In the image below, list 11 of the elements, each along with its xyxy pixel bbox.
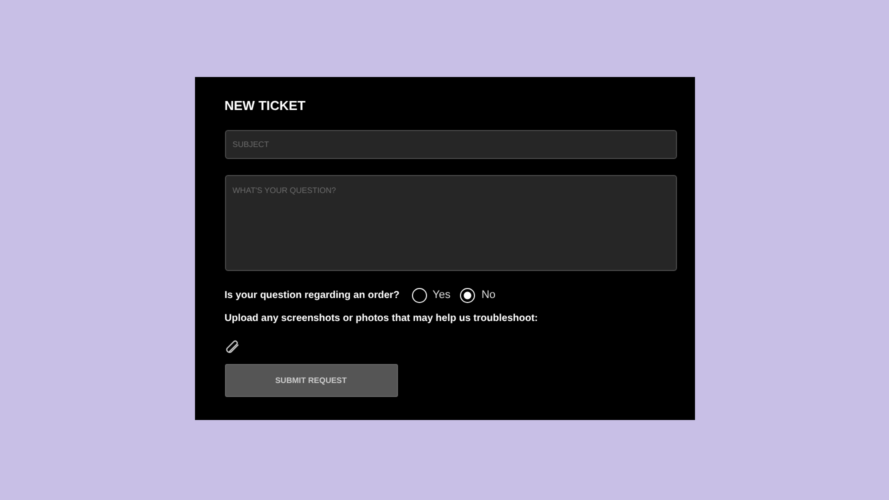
- radio-label: No: [481, 289, 496, 301]
- form-title: NEW TICKET: [224, 98, 306, 113]
- radio-button[interactable]: [412, 288, 427, 302]
- paperclip-icon[interactable]: [224, 340, 240, 354]
- radio-button[interactable]: [460, 288, 476, 302]
- question-field[interactable]: WHAT'S YOUR QUESTION?: [224, 175, 676, 271]
- upload-label: Upload any screenshots or photos that may help us troubleshoot:: [224, 313, 538, 324]
- order-question-label: Is your question regarding an order?: [224, 290, 400, 300]
- submit-button[interactable]: SUBMIT REQUEST: [224, 364, 398, 397]
- radio-label: Yes: [432, 289, 450, 301]
- subject-field[interactable]: SUBJECT: [224, 130, 676, 159]
